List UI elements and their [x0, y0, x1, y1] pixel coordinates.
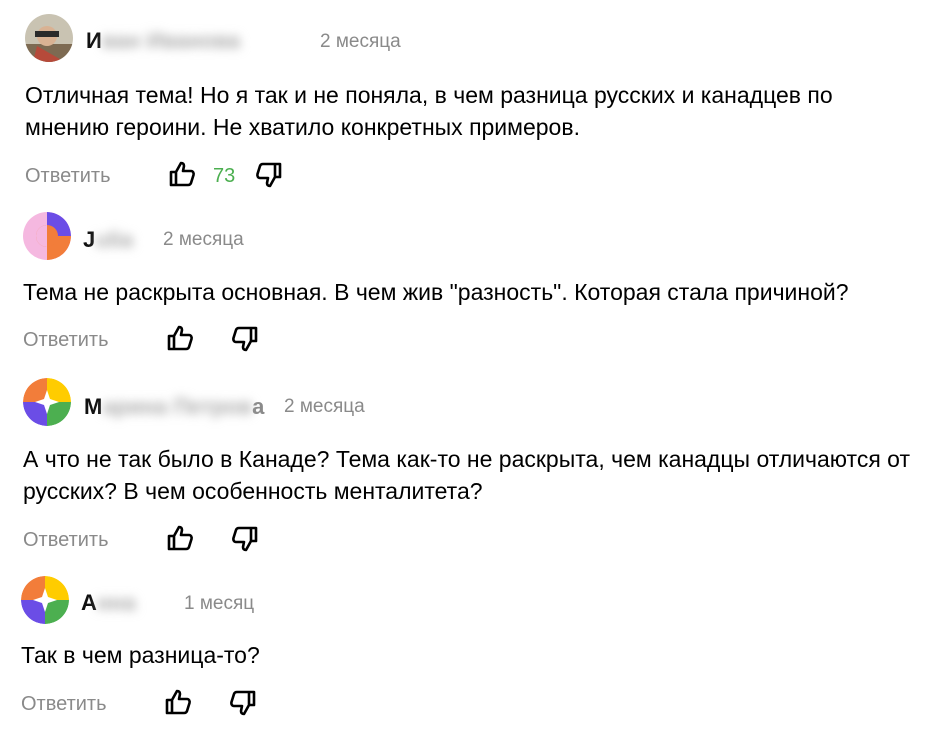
avatar[interactable]: [23, 212, 71, 260]
comment-text: Так в чем разница-то?: [21, 642, 260, 668]
thumbs-up-icon[interactable]: [166, 324, 194, 352]
comment-time: 2 месяца: [163, 229, 244, 250]
reply-button[interactable]: Ответить: [25, 165, 111, 188]
author-name[interactable]: Марина Петрова: [84, 394, 264, 420]
thumbs-down-icon[interactable]: [231, 325, 259, 353]
author-name[interactable]: Julia: [83, 227, 133, 253]
thumbs-down-icon[interactable]: [231, 525, 259, 553]
thumbs-down-icon[interactable]: [255, 161, 283, 189]
avatar[interactable]: [25, 14, 73, 62]
reply-button[interactable]: Ответить: [23, 329, 109, 352]
author-name[interactable]: Анна: [81, 590, 136, 616]
reply-button[interactable]: Ответить: [23, 529, 109, 552]
avatar[interactable]: [23, 378, 71, 426]
thumbs-up-icon[interactable]: [168, 160, 196, 188]
avatar[interactable]: [21, 576, 69, 624]
thumbs-down-icon[interactable]: [229, 689, 257, 717]
comment-time: 2 месяца: [320, 31, 401, 52]
comment-text: Отличная тема! Но я так и не поняла, в ч…: [25, 82, 833, 140]
comment-time: 1 месяц: [184, 593, 255, 614]
like-count: 73: [213, 165, 236, 187]
comment-text: А что не так было в Канаде? Тема как-то …: [23, 446, 910, 504]
thumbs-up-icon[interactable]: [166, 524, 194, 552]
reply-button[interactable]: Ответить: [21, 693, 107, 716]
comment-text: Тема не раскрыта основная. В чем жив "ра…: [23, 279, 849, 305]
comment-time: 2 месяца: [284, 396, 365, 417]
author-name[interactable]: Иван Иванова: [86, 28, 240, 54]
thumbs-up-icon[interactable]: [164, 688, 192, 716]
